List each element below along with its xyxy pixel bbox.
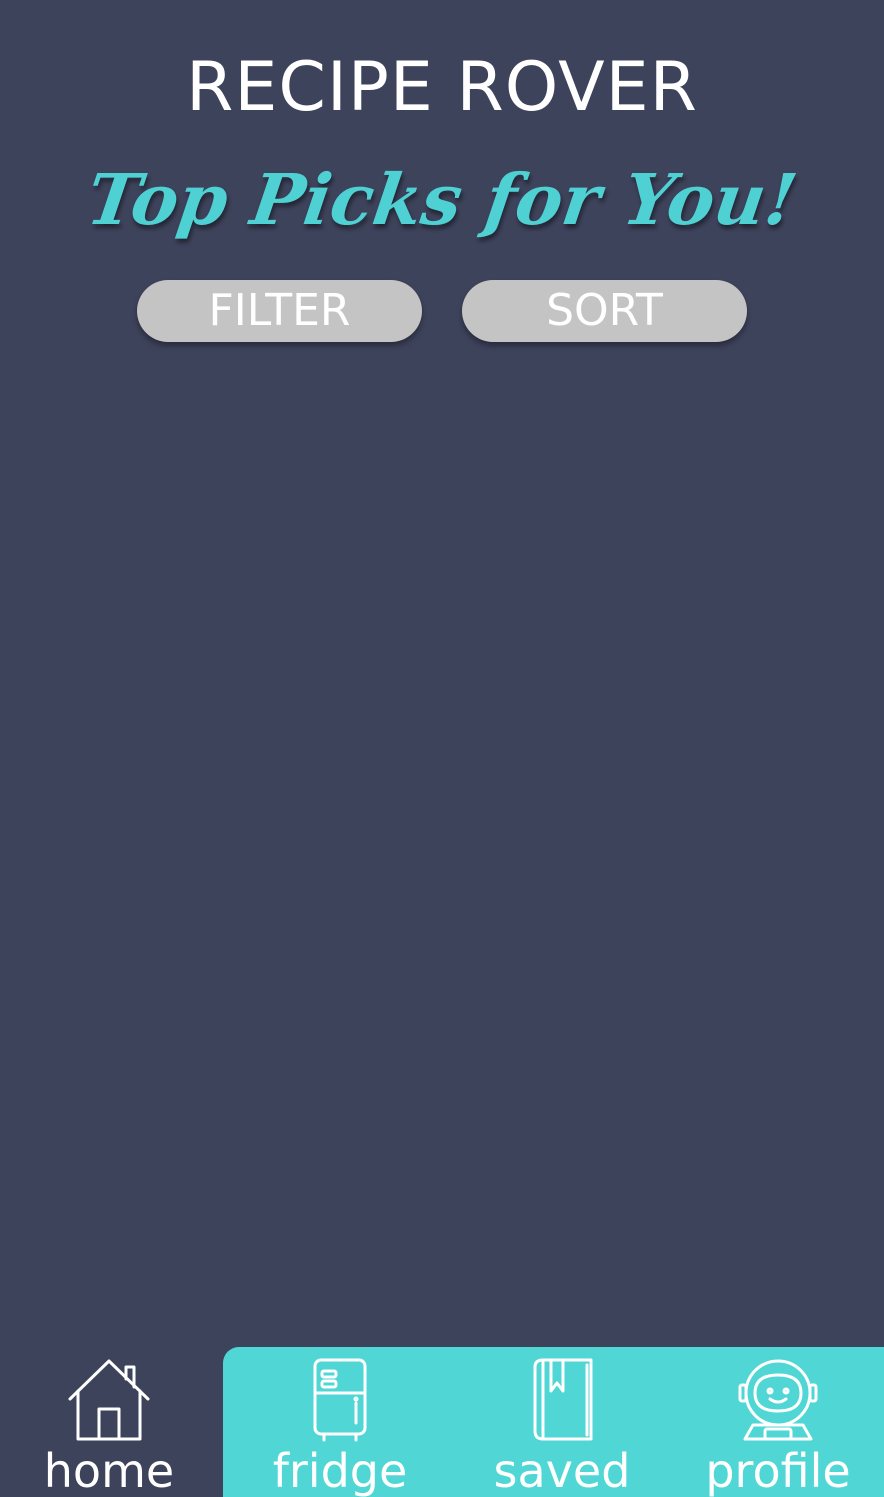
house-icon	[68, 1359, 150, 1441]
nav-label-fridge: fridge	[272, 1444, 408, 1497]
sort-button[interactable]: SORT	[462, 280, 747, 342]
nav-item-profile[interactable]: profile	[672, 1347, 884, 1497]
bottom-nav-bar: home fridge saved profile	[0, 1347, 884, 1497]
nav-item-home[interactable]: home	[0, 1347, 218, 1497]
bookmark-book-icon	[533, 1358, 593, 1441]
nav-item-fridge[interactable]: fridge	[230, 1347, 450, 1497]
nav-item-saved[interactable]: saved	[452, 1347, 672, 1497]
app-screen: RECIPE ROVER Top Picks for You! FILTER S…	[0, 0, 884, 1497]
fridge-icon	[313, 1358, 367, 1442]
filter-button[interactable]: FILTER	[137, 280, 422, 342]
nav-label-profile: profile	[705, 1444, 851, 1497]
astronaut-avatar-icon	[738, 1359, 818, 1441]
nav-label-saved: saved	[493, 1444, 631, 1497]
app-title: RECIPE ROVER	[186, 48, 698, 127]
page-subtitle: Top Picks for You!	[82, 158, 803, 241]
nav-label-home: home	[43, 1444, 175, 1497]
